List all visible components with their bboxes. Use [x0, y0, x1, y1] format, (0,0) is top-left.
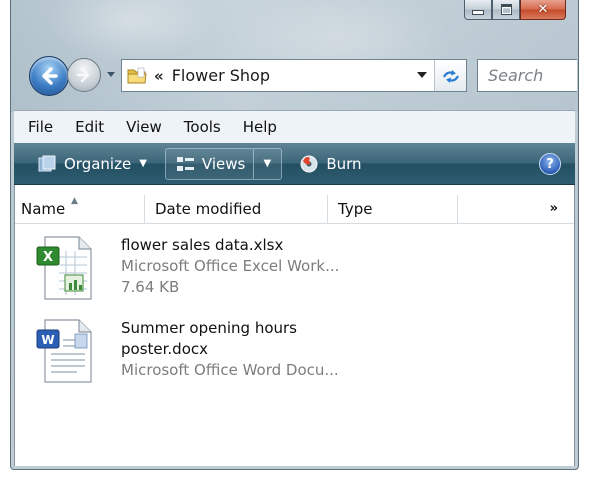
- column-headers: ▲ Name Date modified Type »: [15, 195, 574, 224]
- file-name-line-1: Summer opening hours: [121, 319, 297, 337]
- address-bar[interactable]: « Flower Shop: [121, 59, 467, 92]
- file-type: Microsoft Office Word Docu...: [121, 361, 339, 379]
- file-list-pane: ▲ Name Date modified Type » X flower sal…: [14, 185, 575, 466]
- column-name-label: Name: [21, 200, 66, 218]
- recent-pages-dropdown[interactable]: [104, 68, 118, 82]
- maximize-button[interactable]: [492, 0, 520, 20]
- refresh-button[interactable]: [434, 60, 466, 91]
- burn-label: Burn: [326, 154, 362, 173]
- column-header-name[interactable]: ▲ Name: [15, 195, 145, 223]
- search-input[interactable]: Search: [477, 59, 577, 92]
- file-type: Microsoft Office Excel Work...: [121, 257, 340, 275]
- minimize-icon: [472, 10, 484, 15]
- file-name: flower sales data.xlsx: [121, 236, 284, 254]
- word-file-icon: W: [36, 319, 92, 383]
- menu-edit[interactable]: Edit: [64, 112, 115, 142]
- back-arrow-icon: [42, 67, 58, 85]
- organize-label: Organize: [64, 154, 132, 173]
- address-dropdown[interactable]: [410, 72, 434, 79]
- forward-button[interactable]: [67, 58, 101, 92]
- back-button[interactable]: [29, 56, 69, 96]
- views-label: Views: [201, 154, 246, 173]
- address-path[interactable]: Flower Shop: [172, 66, 410, 85]
- excel-file-icon: X: [36, 236, 92, 300]
- file-name-line-2: poster.docx: [121, 340, 209, 358]
- chevron-down-icon: ▼: [139, 158, 147, 169]
- chevron-down-icon: [107, 72, 115, 77]
- menu-file[interactable]: File: [14, 112, 64, 142]
- refresh-icon: [442, 69, 459, 83]
- views-dropdown[interactable]: ▼: [253, 147, 283, 180]
- file-item-docx[interactable]: W Summer opening hours poster.docx Micro…: [35, 318, 339, 384]
- chevron-down-icon: ▼: [263, 158, 272, 169]
- svg-text:W: W: [41, 333, 54, 347]
- menu-bar: File Edit View Tools Help: [14, 110, 575, 143]
- maximize-icon: [500, 4, 512, 15]
- file-details: Summer opening hours poster.docx Microso…: [121, 318, 339, 384]
- menu-tools[interactable]: Tools: [173, 112, 232, 142]
- column-header-type[interactable]: Type: [328, 195, 458, 223]
- minimize-button[interactable]: [464, 0, 492, 20]
- views-button[interactable]: Views: [164, 147, 255, 180]
- column-type-label: Type: [338, 200, 373, 218]
- burn-button[interactable]: Burn: [298, 143, 362, 185]
- svg-text:X: X: [43, 250, 53, 265]
- menu-view[interactable]: View: [115, 112, 173, 142]
- file-details: flower sales data.xlsx Microsoft Office …: [121, 235, 339, 301]
- close-icon: ✕: [537, 2, 549, 17]
- caption-buttons: ✕: [464, 0, 566, 20]
- forward-arrow-icon: [76, 67, 90, 83]
- chevron-down-icon: [417, 72, 427, 78]
- column-header-date-modified[interactable]: Date modified: [145, 195, 328, 223]
- command-bar: Organize ▼ Views ▼ Burn ?: [14, 143, 575, 185]
- column-date-label: Date modified: [155, 200, 262, 218]
- close-button[interactable]: ✕: [520, 0, 566, 20]
- sort-ascending-icon: ▲: [71, 196, 78, 206]
- organize-icon: [38, 155, 56, 171]
- organize-button[interactable]: Organize ▼: [36, 143, 147, 185]
- help-button[interactable]: ?: [539, 153, 561, 175]
- views-icon: [176, 156, 194, 171]
- folder-icon: [127, 67, 147, 83]
- more-columns-button[interactable]: »: [458, 195, 574, 223]
- burn-disc-icon: [300, 155, 318, 172]
- file-size: 7.64 KB: [121, 278, 180, 296]
- breadcrumb-overflow[interactable]: «: [154, 67, 164, 85]
- menu-help[interactable]: Help: [232, 112, 288, 142]
- file-item-xlsx[interactable]: X flower sales data.xlsx Microsoft Offic…: [35, 235, 339, 301]
